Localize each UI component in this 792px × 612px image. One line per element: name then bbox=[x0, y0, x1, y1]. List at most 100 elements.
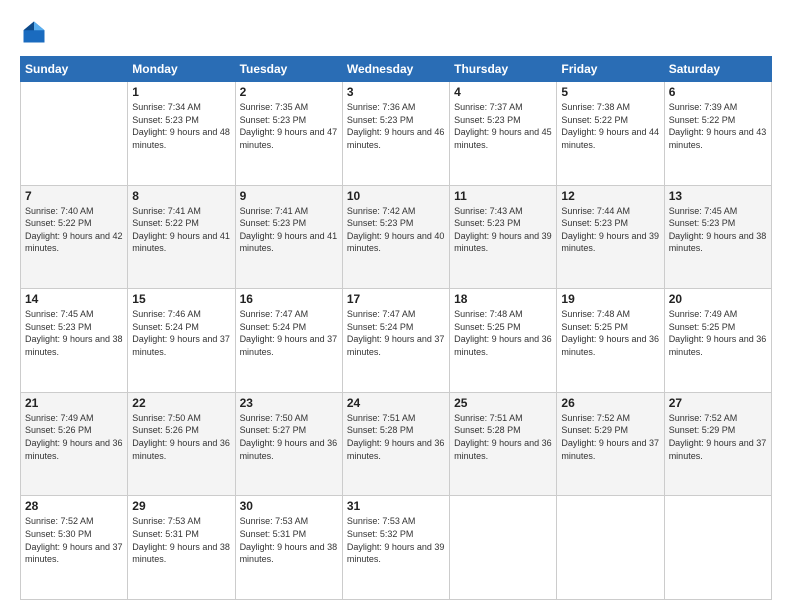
day-number: 18 bbox=[454, 292, 552, 306]
day-cell: 21 Sunrise: 7:49 AMSunset: 5:26 PMDaylig… bbox=[21, 392, 128, 496]
cell-info: Sunrise: 7:39 AMSunset: 5:22 PMDaylight:… bbox=[669, 102, 767, 150]
day-cell bbox=[664, 496, 771, 600]
cell-info: Sunrise: 7:47 AMSunset: 5:24 PMDaylight:… bbox=[347, 309, 445, 357]
week-row-5: 28 Sunrise: 7:52 AMSunset: 5:30 PMDaylig… bbox=[21, 496, 772, 600]
day-number: 26 bbox=[561, 396, 659, 410]
day-cell: 22 Sunrise: 7:50 AMSunset: 5:26 PMDaylig… bbox=[128, 392, 235, 496]
cell-info: Sunrise: 7:50 AMSunset: 5:26 PMDaylight:… bbox=[132, 413, 230, 461]
cell-info: Sunrise: 7:44 AMSunset: 5:23 PMDaylight:… bbox=[561, 206, 659, 254]
day-cell: 1 Sunrise: 7:34 AMSunset: 5:23 PMDayligh… bbox=[128, 82, 235, 186]
day-cell: 17 Sunrise: 7:47 AMSunset: 5:24 PMDaylig… bbox=[342, 289, 449, 393]
day-number: 16 bbox=[240, 292, 338, 306]
day-cell: 25 Sunrise: 7:51 AMSunset: 5:28 PMDaylig… bbox=[450, 392, 557, 496]
day-cell: 10 Sunrise: 7:42 AMSunset: 5:23 PMDaylig… bbox=[342, 185, 449, 289]
day-number: 13 bbox=[669, 189, 767, 203]
day-cell: 15 Sunrise: 7:46 AMSunset: 5:24 PMDaylig… bbox=[128, 289, 235, 393]
cell-info: Sunrise: 7:36 AMSunset: 5:23 PMDaylight:… bbox=[347, 102, 445, 150]
cell-info: Sunrise: 7:53 AMSunset: 5:31 PMDaylight:… bbox=[132, 516, 230, 564]
day-number: 29 bbox=[132, 499, 230, 513]
day-cell bbox=[21, 82, 128, 186]
day-cell: 18 Sunrise: 7:48 AMSunset: 5:25 PMDaylig… bbox=[450, 289, 557, 393]
day-cell bbox=[450, 496, 557, 600]
day-cell: 24 Sunrise: 7:51 AMSunset: 5:28 PMDaylig… bbox=[342, 392, 449, 496]
day-number: 3 bbox=[347, 85, 445, 99]
weekday-header-sunday: Sunday bbox=[21, 57, 128, 82]
week-row-3: 14 Sunrise: 7:45 AMSunset: 5:23 PMDaylig… bbox=[21, 289, 772, 393]
cell-info: Sunrise: 7:37 AMSunset: 5:23 PMDaylight:… bbox=[454, 102, 552, 150]
day-cell: 31 Sunrise: 7:53 AMSunset: 5:32 PMDaylig… bbox=[342, 496, 449, 600]
day-number: 6 bbox=[669, 85, 767, 99]
weekday-header-saturday: Saturday bbox=[664, 57, 771, 82]
day-number: 31 bbox=[347, 499, 445, 513]
week-row-4: 21 Sunrise: 7:49 AMSunset: 5:26 PMDaylig… bbox=[21, 392, 772, 496]
cell-info: Sunrise: 7:49 AMSunset: 5:26 PMDaylight:… bbox=[25, 413, 123, 461]
cell-info: Sunrise: 7:35 AMSunset: 5:23 PMDaylight:… bbox=[240, 102, 338, 150]
day-number: 30 bbox=[240, 499, 338, 513]
cell-info: Sunrise: 7:53 AMSunset: 5:32 PMDaylight:… bbox=[347, 516, 445, 564]
cell-info: Sunrise: 7:34 AMSunset: 5:23 PMDaylight:… bbox=[132, 102, 230, 150]
cell-info: Sunrise: 7:50 AMSunset: 5:27 PMDaylight:… bbox=[240, 413, 338, 461]
day-number: 23 bbox=[240, 396, 338, 410]
day-number: 17 bbox=[347, 292, 445, 306]
cell-info: Sunrise: 7:41 AMSunset: 5:22 PMDaylight:… bbox=[132, 206, 230, 254]
cell-info: Sunrise: 7:51 AMSunset: 5:28 PMDaylight:… bbox=[347, 413, 445, 461]
cell-info: Sunrise: 7:53 AMSunset: 5:31 PMDaylight:… bbox=[240, 516, 338, 564]
day-number: 2 bbox=[240, 85, 338, 99]
day-cell: 14 Sunrise: 7:45 AMSunset: 5:23 PMDaylig… bbox=[21, 289, 128, 393]
weekday-header-monday: Monday bbox=[128, 57, 235, 82]
day-cell: 2 Sunrise: 7:35 AMSunset: 5:23 PMDayligh… bbox=[235, 82, 342, 186]
day-cell: 3 Sunrise: 7:36 AMSunset: 5:23 PMDayligh… bbox=[342, 82, 449, 186]
weekday-header-wednesday: Wednesday bbox=[342, 57, 449, 82]
day-cell: 6 Sunrise: 7:39 AMSunset: 5:22 PMDayligh… bbox=[664, 82, 771, 186]
day-number: 1 bbox=[132, 85, 230, 99]
cell-info: Sunrise: 7:40 AMSunset: 5:22 PMDaylight:… bbox=[25, 206, 123, 254]
day-cell: 12 Sunrise: 7:44 AMSunset: 5:23 PMDaylig… bbox=[557, 185, 664, 289]
day-cell: 29 Sunrise: 7:53 AMSunset: 5:31 PMDaylig… bbox=[128, 496, 235, 600]
day-cell: 7 Sunrise: 7:40 AMSunset: 5:22 PMDayligh… bbox=[21, 185, 128, 289]
page: SundayMondayTuesdayWednesdayThursdayFrid… bbox=[0, 0, 792, 612]
day-number: 9 bbox=[240, 189, 338, 203]
cell-info: Sunrise: 7:47 AMSunset: 5:24 PMDaylight:… bbox=[240, 309, 338, 357]
cell-info: Sunrise: 7:45 AMSunset: 5:23 PMDaylight:… bbox=[25, 309, 123, 357]
calendar-table: SundayMondayTuesdayWednesdayThursdayFrid… bbox=[20, 56, 772, 600]
day-number: 11 bbox=[454, 189, 552, 203]
week-row-2: 7 Sunrise: 7:40 AMSunset: 5:22 PMDayligh… bbox=[21, 185, 772, 289]
day-number: 28 bbox=[25, 499, 123, 513]
day-cell: 27 Sunrise: 7:52 AMSunset: 5:29 PMDaylig… bbox=[664, 392, 771, 496]
day-number: 25 bbox=[454, 396, 552, 410]
weekday-header-friday: Friday bbox=[557, 57, 664, 82]
day-number: 14 bbox=[25, 292, 123, 306]
day-number: 5 bbox=[561, 85, 659, 99]
header bbox=[20, 18, 772, 46]
logo-icon bbox=[20, 18, 48, 46]
logo bbox=[20, 18, 52, 46]
day-cell: 19 Sunrise: 7:48 AMSunset: 5:25 PMDaylig… bbox=[557, 289, 664, 393]
cell-info: Sunrise: 7:52 AMSunset: 5:29 PMDaylight:… bbox=[669, 413, 767, 461]
day-number: 12 bbox=[561, 189, 659, 203]
day-number: 27 bbox=[669, 396, 767, 410]
day-cell: 9 Sunrise: 7:41 AMSunset: 5:23 PMDayligh… bbox=[235, 185, 342, 289]
cell-info: Sunrise: 7:43 AMSunset: 5:23 PMDaylight:… bbox=[454, 206, 552, 254]
day-number: 24 bbox=[347, 396, 445, 410]
day-cell: 8 Sunrise: 7:41 AMSunset: 5:22 PMDayligh… bbox=[128, 185, 235, 289]
day-cell: 30 Sunrise: 7:53 AMSunset: 5:31 PMDaylig… bbox=[235, 496, 342, 600]
day-cell bbox=[557, 496, 664, 600]
weekday-header-tuesday: Tuesday bbox=[235, 57, 342, 82]
day-cell: 13 Sunrise: 7:45 AMSunset: 5:23 PMDaylig… bbox=[664, 185, 771, 289]
day-number: 7 bbox=[25, 189, 123, 203]
day-number: 4 bbox=[454, 85, 552, 99]
day-number: 21 bbox=[25, 396, 123, 410]
cell-info: Sunrise: 7:42 AMSunset: 5:23 PMDaylight:… bbox=[347, 206, 445, 254]
cell-info: Sunrise: 7:48 AMSunset: 5:25 PMDaylight:… bbox=[561, 309, 659, 357]
cell-info: Sunrise: 7:46 AMSunset: 5:24 PMDaylight:… bbox=[132, 309, 230, 357]
day-number: 15 bbox=[132, 292, 230, 306]
cell-info: Sunrise: 7:49 AMSunset: 5:25 PMDaylight:… bbox=[669, 309, 767, 357]
day-cell: 5 Sunrise: 7:38 AMSunset: 5:22 PMDayligh… bbox=[557, 82, 664, 186]
day-number: 20 bbox=[669, 292, 767, 306]
day-cell: 28 Sunrise: 7:52 AMSunset: 5:30 PMDaylig… bbox=[21, 496, 128, 600]
cell-info: Sunrise: 7:38 AMSunset: 5:22 PMDaylight:… bbox=[561, 102, 659, 150]
day-cell: 26 Sunrise: 7:52 AMSunset: 5:29 PMDaylig… bbox=[557, 392, 664, 496]
day-cell: 23 Sunrise: 7:50 AMSunset: 5:27 PMDaylig… bbox=[235, 392, 342, 496]
day-cell: 16 Sunrise: 7:47 AMSunset: 5:24 PMDaylig… bbox=[235, 289, 342, 393]
day-number: 10 bbox=[347, 189, 445, 203]
